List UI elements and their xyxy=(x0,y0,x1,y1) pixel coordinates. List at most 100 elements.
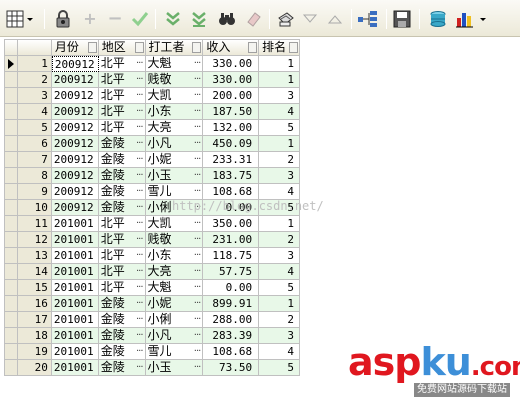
cell-ellipsis-button[interactable]: ··· xyxy=(194,344,201,359)
row-number-cell[interactable]: 10 xyxy=(17,200,52,216)
row-indicator-cell[interactable] xyxy=(5,360,18,376)
month-cell[interactable]: 201001 xyxy=(51,280,99,296)
row-indicator-cell[interactable] xyxy=(5,184,18,200)
area-cell[interactable]: 金陵 ··· xyxy=(98,312,146,328)
rank-cell[interactable]: 1 xyxy=(259,56,300,72)
income-cell[interactable]: 108.68 xyxy=(203,344,260,360)
rank-cell[interactable]: 3 xyxy=(259,328,301,344)
area-cell[interactable]: 金陵 ··· xyxy=(98,328,146,344)
rank-cell[interactable]: 4 xyxy=(259,344,301,360)
worker-cell[interactable]: 小东 ··· xyxy=(145,104,204,120)
worker-cell[interactable]: 大亮 ··· xyxy=(145,120,204,136)
cell-ellipsis-button[interactable]: ··· xyxy=(194,152,201,167)
cell-ellipsis-button[interactable]: ··· xyxy=(194,104,201,119)
row-indicator-cell[interactable] xyxy=(5,152,18,168)
cell-ellipsis-button[interactable]: ··· xyxy=(136,216,143,231)
post-button[interactable] xyxy=(131,10,149,28)
table-row[interactable]: 6 200912 金陵 ··· 小凡 ··· 450.09 1 xyxy=(5,136,301,152)
row-number-cell[interactable]: 3 xyxy=(17,88,52,104)
row-indicator-cell[interactable] xyxy=(5,216,18,232)
area-cell[interactable]: 北平 ··· xyxy=(98,120,146,136)
worker-cell[interactable]: 小东 ··· xyxy=(145,248,204,264)
income-cell[interactable]: 0.00 xyxy=(203,280,260,296)
row-indicator-cell[interactable] xyxy=(5,56,18,72)
sort-asc-button[interactable] xyxy=(327,10,343,28)
row-number-cell[interactable]: 9 xyxy=(17,184,52,200)
chart-button[interactable] xyxy=(456,10,492,28)
area-cell[interactable]: 北平 ··· xyxy=(98,264,146,280)
rank-cell[interactable]: 2 xyxy=(259,312,301,328)
row-indicator-cell[interactable] xyxy=(5,120,18,136)
row-indicator-cell[interactable] xyxy=(5,200,18,216)
table-row[interactable]: 4 200912 北平 ··· 小东 ··· 187.50 4 xyxy=(5,104,301,120)
row-number-cell[interactable]: 11 xyxy=(17,216,52,232)
rank-cell[interactable]: 4 xyxy=(259,264,301,280)
area-cell[interactable]: 金陵 ··· xyxy=(98,360,146,376)
month-cell[interactable]: 201001 xyxy=(51,248,99,264)
row-indicator-cell[interactable] xyxy=(5,72,18,88)
column-filter-button[interactable] xyxy=(134,42,144,53)
add-record-button[interactable]: + xyxy=(82,10,98,28)
row-indicator-cell[interactable] xyxy=(5,104,18,120)
column-header-rank[interactable]: 排名 xyxy=(259,40,300,56)
month-cell[interactable]: 200912 xyxy=(51,72,99,88)
area-cell[interactable]: 金陵 ··· xyxy=(98,200,146,216)
row-number-cell[interactable]: 2 xyxy=(17,72,52,88)
worker-cell[interactable]: 大凯 ··· xyxy=(145,216,204,232)
month-cell[interactable]: 201001 xyxy=(51,232,99,248)
row-indicator-cell[interactable] xyxy=(5,264,18,280)
month-cell[interactable]: 201001 xyxy=(51,264,99,280)
row-number-cell[interactable]: 5 xyxy=(17,120,52,136)
cell-ellipsis-button[interactable]: ··· xyxy=(194,232,201,247)
cell-ellipsis-button[interactable]: ··· xyxy=(194,120,201,135)
cell-ellipsis-button[interactable]: ··· xyxy=(136,344,143,359)
filter-button[interactable] xyxy=(164,10,182,28)
rank-cell[interactable]: 3 xyxy=(259,168,301,184)
row-number-cell[interactable]: 1 xyxy=(17,56,52,72)
area-cell[interactable]: 金陵 ··· xyxy=(98,344,146,360)
table-row[interactable]: 18 201001 金陵 ··· 小凡 ··· 283.39 3 xyxy=(5,328,301,344)
table-row[interactable]: 10 200912 金陵 ··· 小俐 ··· 0.00 5 xyxy=(5,200,301,216)
table-row[interactable]: 12 201001 北平 ··· 贱敬 ··· 231.00 2 xyxy=(5,232,301,248)
month-cell[interactable]: 201001 xyxy=(51,344,99,360)
lock-button[interactable] xyxy=(54,10,72,28)
sort-desc-button[interactable] xyxy=(302,10,318,28)
row-number-cell[interactable]: 19 xyxy=(17,344,52,360)
month-cell[interactable]: 200912 xyxy=(51,200,99,216)
grid-view-button[interactable] xyxy=(6,10,36,28)
rank-cell[interactable]: 1 xyxy=(259,216,301,232)
income-cell[interactable]: 330.00 xyxy=(203,56,260,72)
eraser-button[interactable] xyxy=(245,10,263,28)
cell-ellipsis-button[interactable]: ··· xyxy=(136,72,143,87)
area-cell[interactable]: 金陵 ··· xyxy=(98,296,146,312)
cell-ellipsis-button[interactable]: ··· xyxy=(194,136,201,151)
cell-ellipsis-button[interactable]: ··· xyxy=(194,264,201,279)
row-number-cell[interactable]: 15 xyxy=(17,280,52,296)
column-filter-button[interactable] xyxy=(192,42,202,53)
print-button[interactable] xyxy=(277,10,295,28)
area-cell[interactable]: 北平 ··· xyxy=(98,280,146,296)
rank-cell[interactable]: 1 xyxy=(259,72,301,88)
income-cell[interactable]: 350.00 xyxy=(203,216,260,232)
area-cell[interactable]: 金陵 ··· xyxy=(98,168,146,184)
row-indicator-cell[interactable] xyxy=(5,280,18,296)
find-button[interactable] xyxy=(218,10,236,28)
cell-ellipsis-button[interactable]: ··· xyxy=(136,168,143,183)
month-cell[interactable]: 201001 xyxy=(51,216,99,232)
cell-ellipsis-button[interactable]: ··· xyxy=(194,56,201,71)
worker-cell[interactable]: 小凡 ··· xyxy=(145,328,204,344)
cell-ellipsis-button[interactable]: ··· xyxy=(194,248,201,263)
table-row[interactable]: 13 201001 北平 ··· 小东 ··· 118.75 3 xyxy=(5,248,301,264)
worker-cell[interactable]: 大魁 ··· xyxy=(145,56,204,72)
column-header-month[interactable]: 月份 xyxy=(51,40,99,56)
area-cell[interactable]: 北平 ··· xyxy=(98,104,146,120)
tree-button[interactable] xyxy=(357,10,379,28)
cell-ellipsis-button[interactable]: ··· xyxy=(194,280,201,295)
row-number-cell[interactable]: 17 xyxy=(17,312,52,328)
worker-cell[interactable]: 小妮 ··· xyxy=(145,152,204,168)
month-cell[interactable]: 200912 xyxy=(51,56,99,72)
table-row[interactable]: 9 200912 金陵 ··· 雪儿 ··· 108.68 4 xyxy=(5,184,301,200)
table-row[interactable]: 19 201001 金陵 ··· 雪儿 ··· 108.68 4 xyxy=(5,344,301,360)
income-cell[interactable]: 899.91 xyxy=(203,296,260,312)
month-cell[interactable]: 201001 xyxy=(51,360,99,376)
